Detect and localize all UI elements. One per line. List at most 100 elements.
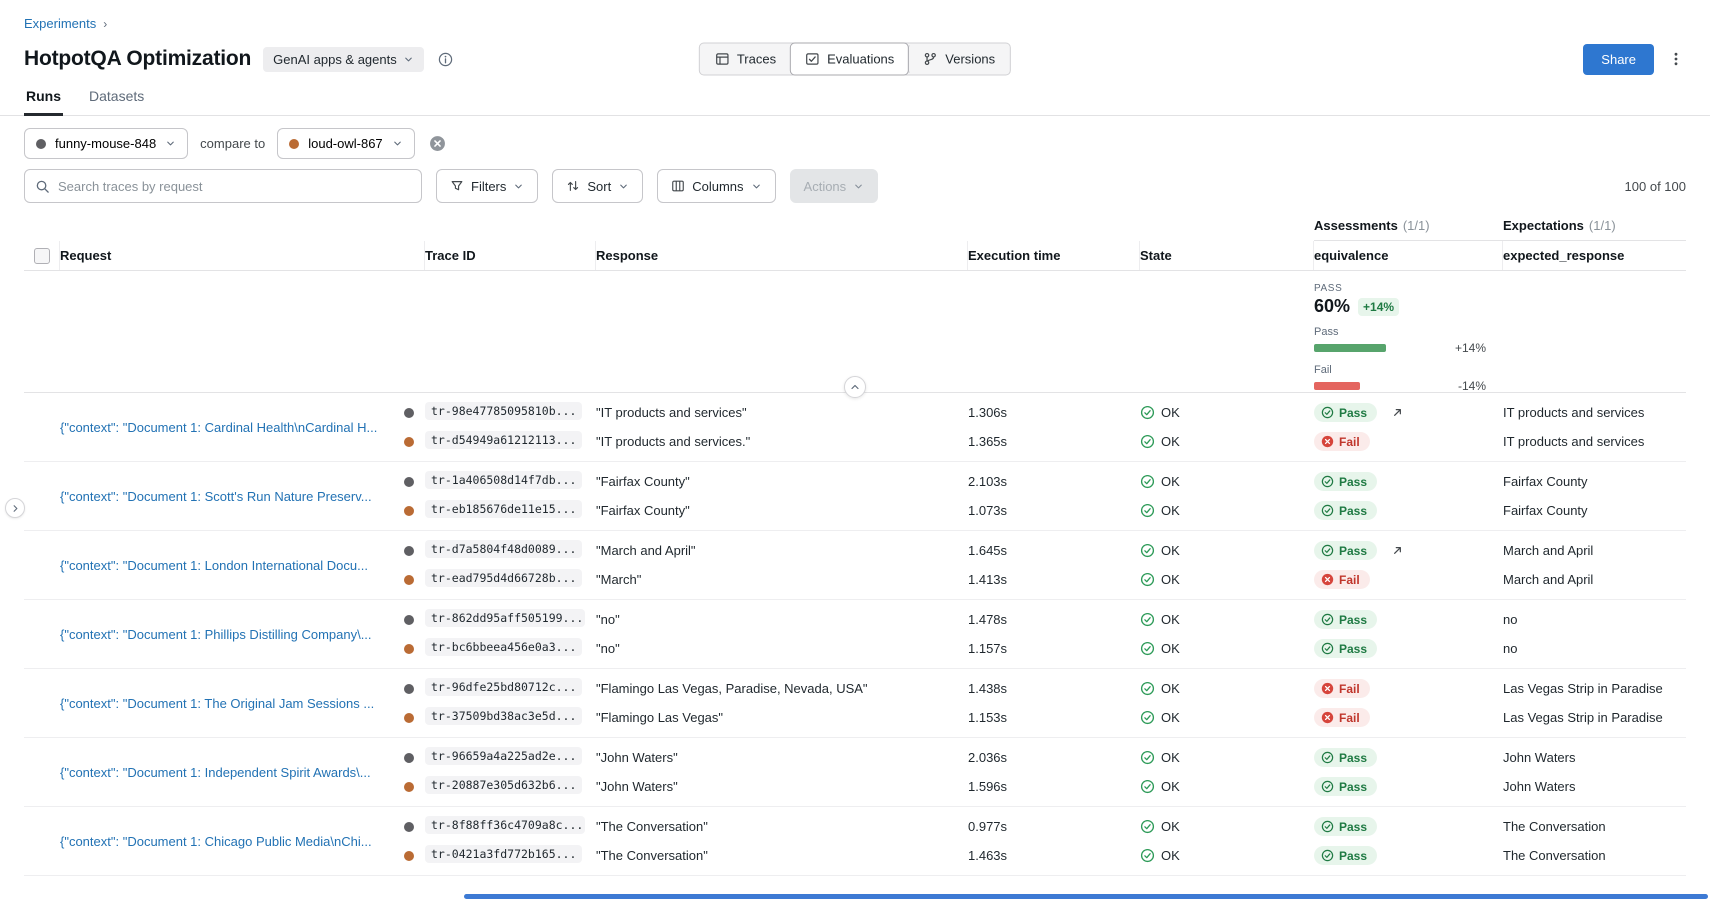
trace-row[interactable]: tr-8f88ff36c4709a8c... "The Conversation… bbox=[425, 812, 1686, 841]
response-text: "Flamingo Las Vegas" bbox=[596, 710, 968, 725]
assessment-label: Pass bbox=[1339, 820, 1367, 834]
run-dot bbox=[404, 408, 414, 418]
execution-time: 2.103s bbox=[968, 474, 1140, 489]
assessment-badge[interactable]: Pass bbox=[1314, 610, 1377, 629]
state-label: OK bbox=[1161, 750, 1180, 765]
request-cell: {"context": "Document 1: Chicago Public … bbox=[60, 812, 425, 870]
request-link[interactable]: {"context": "Document 1: Cardinal Health… bbox=[60, 420, 377, 435]
tab-runs[interactable]: Runs bbox=[24, 81, 63, 116]
request-link[interactable]: {"context": "Document 1: The Original Ja… bbox=[60, 696, 374, 711]
trace-id-cell: tr-20887e305d632b6... bbox=[425, 776, 596, 797]
trace-id-pill[interactable]: tr-ead795d4d66728b... bbox=[425, 569, 582, 587]
trace-id-cell: tr-bc6bbeea456e0a3... bbox=[425, 638, 596, 659]
trace-row[interactable]: tr-d7a5804f48d0089... "March and April" … bbox=[425, 536, 1686, 565]
trace-row[interactable]: tr-96dfe25bd80712c... "Flamingo Las Vega… bbox=[425, 674, 1686, 703]
trace-id-pill[interactable]: tr-96659a4a225ad2e... bbox=[425, 747, 582, 765]
trace-row[interactable]: tr-98e47785095810b... "IT products and s… bbox=[425, 398, 1686, 427]
group-header-spacer bbox=[24, 211, 1314, 241]
column-header-row: Request Trace ID Response Execution time… bbox=[24, 241, 1686, 271]
assessment-badge[interactable]: Fail bbox=[1314, 432, 1370, 451]
tab-versions[interactable]: Versions bbox=[908, 44, 1010, 75]
trace-id-pill[interactable]: tr-0421a3fd772b165... bbox=[425, 845, 582, 863]
open-trace-icon[interactable] bbox=[1391, 544, 1404, 557]
sidebar-expand-button[interactable] bbox=[5, 498, 25, 518]
columns-label: Columns bbox=[692, 179, 743, 194]
columns-button[interactable]: Columns bbox=[657, 169, 775, 203]
select-all-checkbox[interactable] bbox=[34, 248, 50, 264]
expected-response-text: John Waters bbox=[1503, 750, 1686, 765]
assessment-badge[interactable]: Pass bbox=[1314, 472, 1377, 491]
assessment-cell: Fail bbox=[1314, 432, 1503, 451]
tab-datasets[interactable]: Datasets bbox=[87, 81, 146, 116]
assessment-badge[interactable]: Pass bbox=[1314, 846, 1377, 865]
row-checkbox-spacer bbox=[24, 605, 60, 663]
trace-id-pill[interactable]: tr-8f88ff36c4709a8c... bbox=[425, 816, 585, 834]
assessment-badge[interactable]: Pass bbox=[1314, 817, 1377, 836]
assessment-badge[interactable]: Pass bbox=[1314, 403, 1377, 422]
run-b-dot bbox=[289, 139, 299, 149]
experiment-type-badge[interactable]: GenAI apps & agents bbox=[263, 47, 424, 72]
tab-evaluations[interactable]: Evaluations bbox=[790, 43, 909, 76]
trace-id-pill[interactable]: tr-bc6bbeea456e0a3... bbox=[425, 638, 582, 656]
actions-button[interactable]: Actions bbox=[790, 169, 879, 203]
request-link[interactable]: {"context": "Document 1: Independent Spi… bbox=[60, 765, 371, 780]
expected-response-text: Las Vegas Strip in Paradise bbox=[1503, 681, 1686, 696]
horizontal-scrollbar[interactable] bbox=[464, 894, 1708, 899]
trace-row[interactable]: tr-96659a4a225ad2e... "John Waters" 2.03… bbox=[425, 743, 1686, 772]
search-input[interactable] bbox=[58, 179, 411, 194]
trace-id-cell: tr-eb185676de11e15... bbox=[425, 500, 596, 521]
assessment-badge[interactable]: Pass bbox=[1314, 541, 1377, 560]
trace-row[interactable]: tr-eb185676de11e15... "Fairfax County" 1… bbox=[425, 496, 1686, 525]
state-label: OK bbox=[1161, 434, 1180, 449]
trace-id-pill[interactable]: tr-eb185676de11e15... bbox=[425, 500, 582, 518]
title-row: HotpotQA Optimization GenAI apps & agent… bbox=[24, 39, 1686, 79]
collapse-summary-button[interactable] bbox=[844, 376, 866, 398]
request-link[interactable]: {"context": "Document 1: Scott's Run Nat… bbox=[60, 489, 372, 504]
tab-traces[interactable]: Traces bbox=[700, 44, 791, 75]
assessment-badge[interactable]: Pass bbox=[1314, 639, 1377, 658]
equivalence-summary: PASS 60% +14% Pass +14% Fail bbox=[1314, 271, 1503, 393]
info-icon[interactable] bbox=[436, 50, 455, 69]
assessment-badge[interactable]: Pass bbox=[1314, 777, 1377, 796]
trace-id-pill[interactable]: tr-96dfe25bd80712c... bbox=[425, 678, 582, 696]
trace-id-pill[interactable]: tr-d7a5804f48d0089... bbox=[425, 540, 582, 558]
request-link[interactable]: {"context": "Document 1: Phillips Distil… bbox=[60, 627, 372, 642]
assessment-badge[interactable]: Pass bbox=[1314, 501, 1377, 520]
assessment-label: Pass bbox=[1339, 613, 1367, 627]
run-dot bbox=[404, 477, 414, 487]
request-link[interactable]: {"context": "Document 1: Chicago Public … bbox=[60, 834, 372, 849]
trace-row[interactable]: tr-ead795d4d66728b... "March" 1.413s OK … bbox=[425, 565, 1686, 594]
column-header-expected-response: expected_response bbox=[1503, 241, 1686, 270]
trace-id-pill[interactable]: tr-20887e305d632b6... bbox=[425, 776, 582, 794]
assessment-badge[interactable]: Fail bbox=[1314, 570, 1370, 589]
kebab-menu-icon[interactable] bbox=[1666, 49, 1686, 69]
sort-button[interactable]: Sort bbox=[552, 169, 643, 203]
run-dot bbox=[404, 684, 414, 694]
trace-id-pill[interactable]: tr-1a406508d14f7db... bbox=[425, 471, 582, 489]
trace-id-pill[interactable]: tr-37509bd38ac3e5d... bbox=[425, 707, 582, 725]
trace-row[interactable]: tr-37509bd38ac3e5d... "Flamingo Las Vega… bbox=[425, 703, 1686, 732]
breadcrumb-experiments-link[interactable]: Experiments bbox=[24, 16, 96, 31]
trace-id-pill[interactable]: tr-d54949a61212113... bbox=[425, 431, 582, 449]
trace-id-pill[interactable]: tr-98e47785095810b... bbox=[425, 402, 582, 420]
remove-compare-icon[interactable] bbox=[427, 133, 448, 154]
trace-row[interactable]: tr-0421a3fd772b165... "The Conversation"… bbox=[425, 841, 1686, 870]
open-trace-icon[interactable] bbox=[1391, 406, 1404, 419]
trace-row[interactable]: tr-862dd95aff505199... "no" 1.478s OK Pa… bbox=[425, 605, 1686, 634]
app-root: Experiments › HotpotQA Optimization GenA… bbox=[0, 0, 1710, 900]
assessment-cell: Fail bbox=[1314, 708, 1503, 727]
trace-row[interactable]: tr-bc6bbeea456e0a3... "no" 1.157s OK Pas… bbox=[425, 634, 1686, 663]
assessment-badge[interactable]: Fail bbox=[1314, 679, 1370, 698]
columns-icon bbox=[671, 179, 685, 193]
trace-row[interactable]: tr-d54949a61212113... "IT products and s… bbox=[425, 427, 1686, 456]
trace-id-pill[interactable]: tr-862dd95aff505199... bbox=[425, 609, 585, 627]
request-link[interactable]: {"context": "Document 1: London Internat… bbox=[60, 558, 368, 573]
trace-row[interactable]: tr-1a406508d14f7db... "Fairfax County" 2… bbox=[425, 467, 1686, 496]
run-selector-b[interactable]: loud-owl-867 bbox=[277, 128, 414, 159]
share-button[interactable]: Share bbox=[1583, 44, 1654, 75]
run-selector-a[interactable]: funny-mouse-848 bbox=[24, 128, 188, 159]
assessment-badge[interactable]: Pass bbox=[1314, 748, 1377, 767]
filters-button[interactable]: Filters bbox=[436, 169, 538, 203]
assessment-badge[interactable]: Fail bbox=[1314, 708, 1370, 727]
trace-row[interactable]: tr-20887e305d632b6... "John Waters" 1.59… bbox=[425, 772, 1686, 801]
